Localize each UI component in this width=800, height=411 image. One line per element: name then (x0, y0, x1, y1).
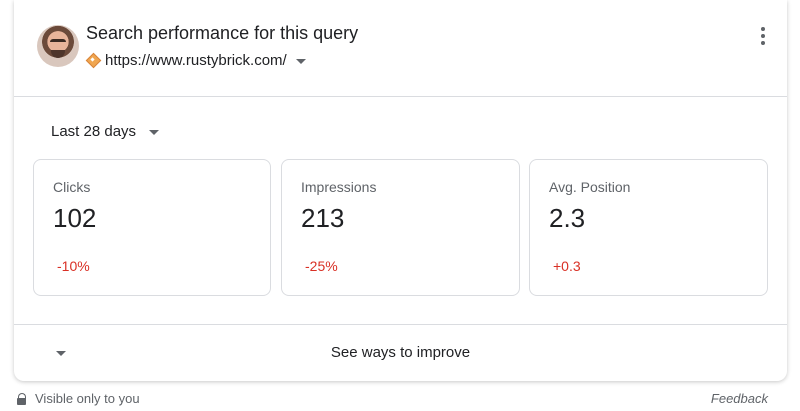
site-favicon-icon (86, 53, 100, 67)
metric-delta: +0.3 (553, 258, 581, 274)
metric-delta: -25% (305, 258, 338, 274)
metric-label: Clicks (53, 179, 91, 195)
visibility-note: Visible only to you (35, 391, 140, 406)
more-options-icon[interactable] (759, 27, 767, 49)
metric-value: 102 (53, 203, 97, 233)
metric-card-avg-position: Avg. Position 2.3 +0.3 (529, 159, 768, 296)
metric-delta: -10% (57, 258, 90, 274)
lock-icon (16, 393, 26, 405)
see-ways-to-improve-label: See ways to improve (330, 344, 471, 361)
metric-value: 213 (301, 203, 345, 233)
card-header: Search performance for this query https:… (14, 0, 787, 97)
metric-value: 2.3 (549, 203, 586, 233)
feedback-link[interactable]: Feedback (711, 391, 768, 406)
site-url[interactable]: https://www.rustybrick.com/ (105, 52, 287, 69)
date-range-label: Last 28 days (51, 122, 137, 140)
site-selector[interactable]: https://www.rustybrick.com/ (86, 50, 306, 70)
card-title: Search performance for this query (86, 23, 359, 43)
metric-card-clicks: Clicks 102 -10% (33, 159, 271, 296)
card-footnote: Visible only to you Feedback (0, 391, 800, 411)
chevron-down-icon (149, 129, 160, 135)
see-ways-to-improve-button[interactable]: See ways to improve (14, 325, 787, 381)
chevron-down-icon[interactable] (295, 58, 306, 64)
avatar (37, 25, 79, 67)
metric-label: Impressions (301, 179, 377, 195)
date-range-dropdown[interactable]: Last 28 days (51, 120, 160, 142)
search-performance-card: Search performance for this query https:… (14, 0, 787, 381)
metric-card-impressions: Impressions 213 -25% (281, 159, 520, 296)
metric-label: Avg. Position (549, 179, 631, 195)
